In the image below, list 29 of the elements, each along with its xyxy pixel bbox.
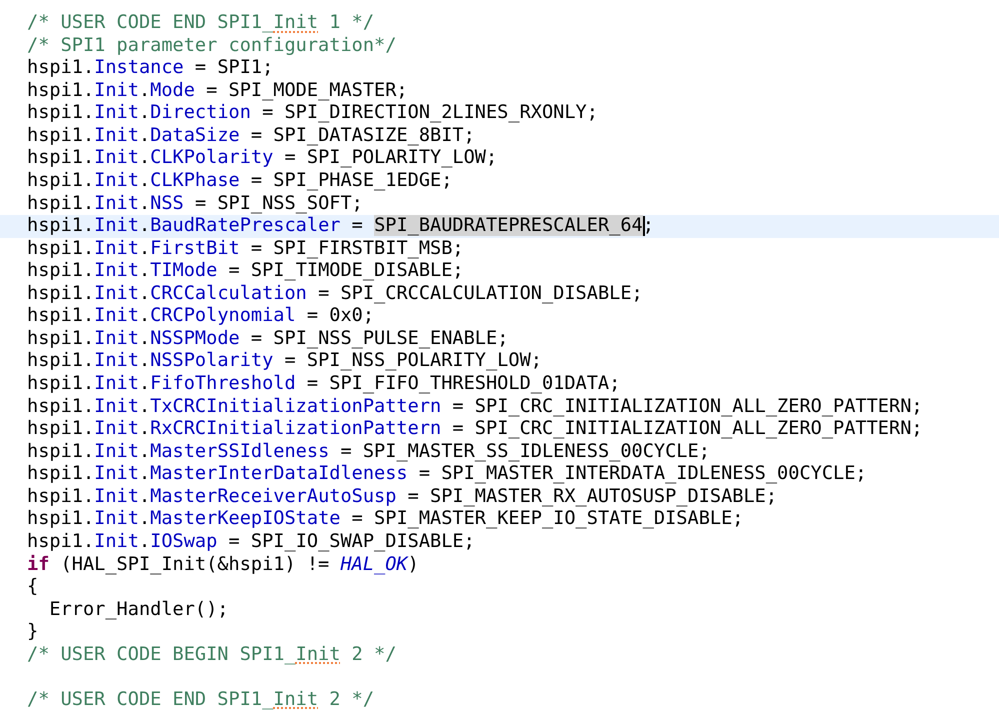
code-line: if (HAL_SPI_Init(&hspi1) != HAL_OK) bbox=[26, 554, 420, 576]
code-line: hspi1.Init.MasterInterDataIdleness = SPI_MASTER_INTERDATA_IDLENESS_00CYCLE; bbox=[26, 463, 868, 486]
code-line: hspi1.Init.TIMode = SPI_TIMODE_DISABLE; bbox=[26, 260, 465, 283]
code-line: hspi1.Init.FifoThreshold = SPI_FIFO_THRESHOLD_01DATA; bbox=[26, 373, 622, 396]
code-line: /* USER CODE END SPI1_Init 2 */ bbox=[26, 688, 376, 712]
code-line: hspi1.Init.FirstBit = SPI_FIRSTBIT_MSB; bbox=[26, 238, 465, 260]
code-line: hspi1.Init.CLKPolarity = SPI_POLARITY_LOW; bbox=[26, 147, 498, 170]
code-line: Error_Handler(); bbox=[48, 598, 230, 622]
code-line: hspi1.Init.MasterReceiverAutoSusp = SPI_MASTER_RX_AUTOSUSP_DISABLE; bbox=[26, 486, 778, 508]
code-line: hspi1.Init.CRCPolynomial = 0x0; bbox=[26, 305, 376, 328]
code-line: hspi1.Init.IOSwap = SPI_IO_SWAP_DISABLE; bbox=[26, 530, 476, 554]
code-line: hspi1.Init.TxCRCInitializationPattern = SPI_CRC_INITIALIZATION_ALL_ZERO_PATTERN; bbox=[26, 396, 924, 418]
code-line: hspi1.Init.NSS = SPI_NSS_SOFT; bbox=[26, 192, 364, 216]
code-line: hspi1.Init.Mode = SPI_MODE_MASTER; bbox=[26, 80, 409, 102]
code-line: /* SPI1 parameter configuration*/ bbox=[26, 34, 398, 58]
code-line: hspi1.Init.Direction = SPI_DIRECTION_2LINES_RXONLY; bbox=[26, 102, 599, 125]
code-line: /* USER CODE BEGIN SPI1_Init 2 */ bbox=[26, 644, 398, 666]
code-line: hspi1.Init.MasterKeepIOState = SPI_MASTER_KEEP_IO_STATE_DISABLE; bbox=[26, 508, 744, 531]
code-line: hspi1.Init.DataSize = SPI_DATASIZE_8BIT; bbox=[26, 124, 476, 148]
code-line: hspi1.Init.NSSPolarity = SPI_NSS_POLARITY_LOW; bbox=[26, 350, 543, 373]
code-line: hspi1.Init.RxCRCInitializationPattern = SPI_CRC_INITIALIZATION_ALL_ZERO_PATTERN; bbox=[26, 418, 924, 441]
code-line: } bbox=[26, 621, 40, 644]
code-line: /* USER CODE END SPI1_Init 1 */ bbox=[26, 12, 376, 35]
code-line: hspi1.Init.MasterSSIdleness = SPI_MASTER_SS_IDLENESS_00CYCLE; bbox=[26, 440, 711, 464]
code-line: { bbox=[26, 576, 40, 599]
code-line: hspi1.Init.CRCCalculation = SPI_CRCCALCULATION_DISABLE; bbox=[26, 282, 644, 306]
code-line: hspi1.Instance = SPI1; bbox=[26, 57, 274, 80]
code-line: hspi1.Init.NSSPMode = SPI_NSS_PULSE_ENABLE; bbox=[26, 328, 510, 350]
code-line: hspi1.Init.CLKPhase = SPI_PHASE_1EDGE; bbox=[26, 170, 454, 192]
